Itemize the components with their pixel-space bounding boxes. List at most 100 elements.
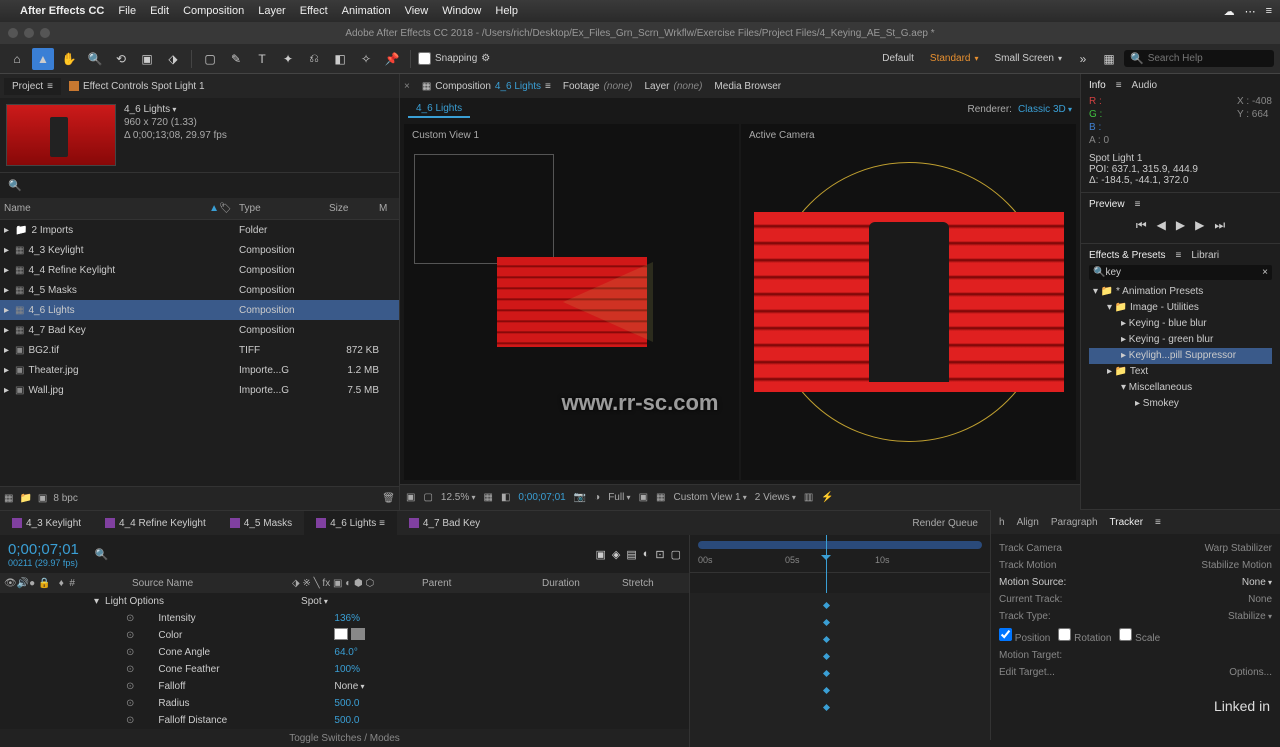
view-left[interactable]: Custom View 1 [404, 124, 739, 480]
layer-property-list[interactable]: Light OptionsSpot⊙Intensity136%⊙Color ⊙C… [0, 593, 689, 729]
roi-icon[interactable]: ▣ [639, 492, 648, 503]
roto-tool-icon[interactable]: ✧ [355, 48, 377, 70]
layer-property[interactable]: ⊙Cone Angle64.0° [0, 644, 689, 661]
tab-tracker[interactable]: Tracker [1110, 517, 1144, 528]
tab-effects-presets[interactable]: Effects & Presets [1089, 250, 1166, 261]
position-checkbox[interactable]: Position [999, 628, 1050, 644]
effects-tree-item[interactable]: ▾ 📁 Image - Utilities [1089, 300, 1272, 316]
layer-property[interactable]: ⊙Intensity136% [0, 610, 689, 627]
tab-h[interactable]: h [999, 517, 1005, 528]
search-help[interactable]: 🔍 [1124, 50, 1274, 67]
snapshot-icon[interactable]: 📷 [574, 492, 586, 503]
track-camera-button[interactable]: Track Camera [999, 543, 1062, 554]
scale-checkbox[interactable]: Scale [1119, 628, 1160, 644]
layer-property[interactable]: ⊙Falloff Distance500.0 [0, 712, 689, 729]
effects-tree-item[interactable]: ▸ Keying - green blur [1089, 332, 1272, 348]
menu-view[interactable]: View [405, 5, 429, 17]
expand-icon[interactable]: » [1072, 48, 1094, 70]
tab-audio[interactable]: Audio [1132, 80, 1158, 91]
viewer-tab-footage[interactable]: Footage (none) [563, 81, 633, 92]
effects-tree-item[interactable]: ▾ Miscellaneous [1089, 380, 1272, 396]
shape-tool-icon[interactable]: ▢ [199, 48, 221, 70]
cc-icon[interactable]: ☁ [1224, 5, 1235, 18]
brush-tool-icon[interactable]: ✦ [277, 48, 299, 70]
selection-tool-icon[interactable]: ▲ [32, 48, 54, 70]
project-item[interactable]: 4_6 LightsComposition [0, 300, 399, 320]
viewer-tab-composition[interactable]: ▦ Composition 4_6 Lights ≡ [422, 81, 551, 92]
timeline-tracks[interactable]: 00s 05s 10s [690, 535, 990, 747]
menu-file[interactable]: File [118, 5, 136, 17]
mask-icon[interactable]: ◧ [501, 492, 510, 503]
layer-property[interactable]: ⊙Radius500.0 [0, 695, 689, 712]
layer-property[interactable]: ⊙FalloffNone [0, 678, 689, 695]
interpret-icon[interactable]: ▦ [4, 493, 13, 504]
menu-effect[interactable]: Effect [300, 5, 328, 17]
tl-btn-1[interactable]: ▣ [595, 548, 605, 561]
home-icon[interactable]: ⌂ [6, 48, 28, 70]
next-frame-icon[interactable]: ▶ [1195, 218, 1204, 233]
magnify-icon[interactable]: ▣ [406, 492, 415, 503]
project-item[interactable]: 4_3 KeylightComposition [0, 240, 399, 260]
project-item[interactable]: 4_5 MasksComposition [0, 280, 399, 300]
project-item[interactable]: Theater.jpgImporte...G1.2 MB [0, 360, 399, 380]
transparency-icon[interactable]: ▦ [656, 492, 665, 503]
clone-tool-icon[interactable]: ⎌ [303, 48, 325, 70]
tab-info[interactable]: Info [1089, 80, 1106, 91]
layer-group[interactable]: Light OptionsSpot [0, 593, 689, 610]
pen-tool-icon[interactable]: ✎ [225, 48, 247, 70]
camera-tool-icon[interactable]: ▣ [136, 48, 158, 70]
warp-stabilizer-button[interactable]: Warp Stabilizer [1205, 543, 1272, 554]
project-search[interactable]: 🔍 [0, 172, 399, 198]
puppet-tool-icon[interactable]: 📌 [381, 48, 403, 70]
layer-property[interactable]: ⊙Cone Feather100% [0, 661, 689, 678]
pan-behind-tool-icon[interactable]: ⬗ [162, 48, 184, 70]
fast-preview-icon[interactable]: ⚡ [821, 492, 833, 503]
timecode-display[interactable]: 0;00;07;01 [518, 492, 565, 503]
track-type-dropdown[interactable]: Stabilize [1228, 611, 1272, 622]
effects-tree-item[interactable]: ▸ Keying - blue blur [1089, 316, 1272, 332]
zoom-dropdown[interactable]: 12.5% [441, 492, 476, 503]
toggle-switches[interactable]: Toggle Switches / Modes [0, 729, 689, 747]
menu-layer[interactable]: Layer [258, 5, 286, 17]
prev-frame-icon[interactable]: ◀ [1157, 218, 1166, 233]
timeline-tab[interactable]: 4_5 Masks [218, 511, 304, 535]
menu-list-icon[interactable]: ≡ [1266, 5, 1272, 17]
project-item[interactable]: BG2.tifTIFF872 KB [0, 340, 399, 360]
menu-animation[interactable]: Animation [342, 5, 391, 17]
effects-search[interactable]: 🔍× [1089, 265, 1272, 280]
first-frame-icon[interactable]: ⏮ [1136, 218, 1147, 233]
resolution-dropdown[interactable]: Full [608, 492, 630, 503]
project-item[interactable]: 4_4 Refine KeylightComposition [0, 260, 399, 280]
viewer-tab-layer[interactable]: Layer (none) [645, 81, 703, 92]
orbit-tool-icon[interactable]: ⟲ [110, 48, 132, 70]
tab-paragraph[interactable]: Paragraph [1051, 517, 1098, 528]
view-dropdown[interactable]: Custom View 1 [673, 492, 746, 503]
eraser-tool-icon[interactable]: ◧ [329, 48, 351, 70]
project-item[interactable]: Wall.jpgImporte...G7.5 MB [0, 380, 399, 400]
renderer-dropdown[interactable]: Classic 3D [1018, 104, 1072, 115]
snapping-toggle[interactable]: Snapping ⚙ [418, 52, 490, 65]
tab-preview[interactable]: Preview [1089, 199, 1125, 210]
menu-help[interactable]: Help [495, 5, 518, 17]
workspace-reset-icon[interactable]: ▦ [1098, 48, 1120, 70]
menu-edit[interactable]: Edit [150, 5, 169, 17]
pixel-aspect-icon[interactable]: ▥ [804, 492, 813, 503]
new-folder-icon[interactable]: 📁 [19, 493, 31, 504]
layer-property[interactable]: ⊙Color [0, 627, 689, 644]
breadcrumb-comp[interactable]: 4_6 Lights [408, 101, 470, 118]
menu-extra-icon[interactable]: ⋯ [1245, 5, 1256, 18]
views-count-dropdown[interactable]: 2 Views [755, 492, 796, 503]
grid-icon[interactable]: ▢ [423, 492, 432, 503]
view-right[interactable]: Active Camera [741, 124, 1076, 480]
comp-thumbnail[interactable] [6, 104, 116, 166]
zoom-icon[interactable] [40, 28, 50, 38]
effects-tree-item[interactable]: ▾ 📁 * Animation Presets [1089, 284, 1272, 300]
play-icon[interactable]: ▶ [1176, 218, 1185, 233]
timeline-tab[interactable]: 4_7 Bad Key [397, 511, 492, 535]
trash-icon[interactable]: 🗑 [382, 493, 395, 504]
res-icon[interactable]: ▦ [484, 492, 493, 503]
close-icon[interactable] [8, 28, 18, 38]
tab-render-queue[interactable]: Render Queue [900, 518, 990, 529]
last-frame-icon[interactable]: ⏭ [1214, 218, 1225, 233]
menu-window[interactable]: Window [442, 5, 481, 17]
